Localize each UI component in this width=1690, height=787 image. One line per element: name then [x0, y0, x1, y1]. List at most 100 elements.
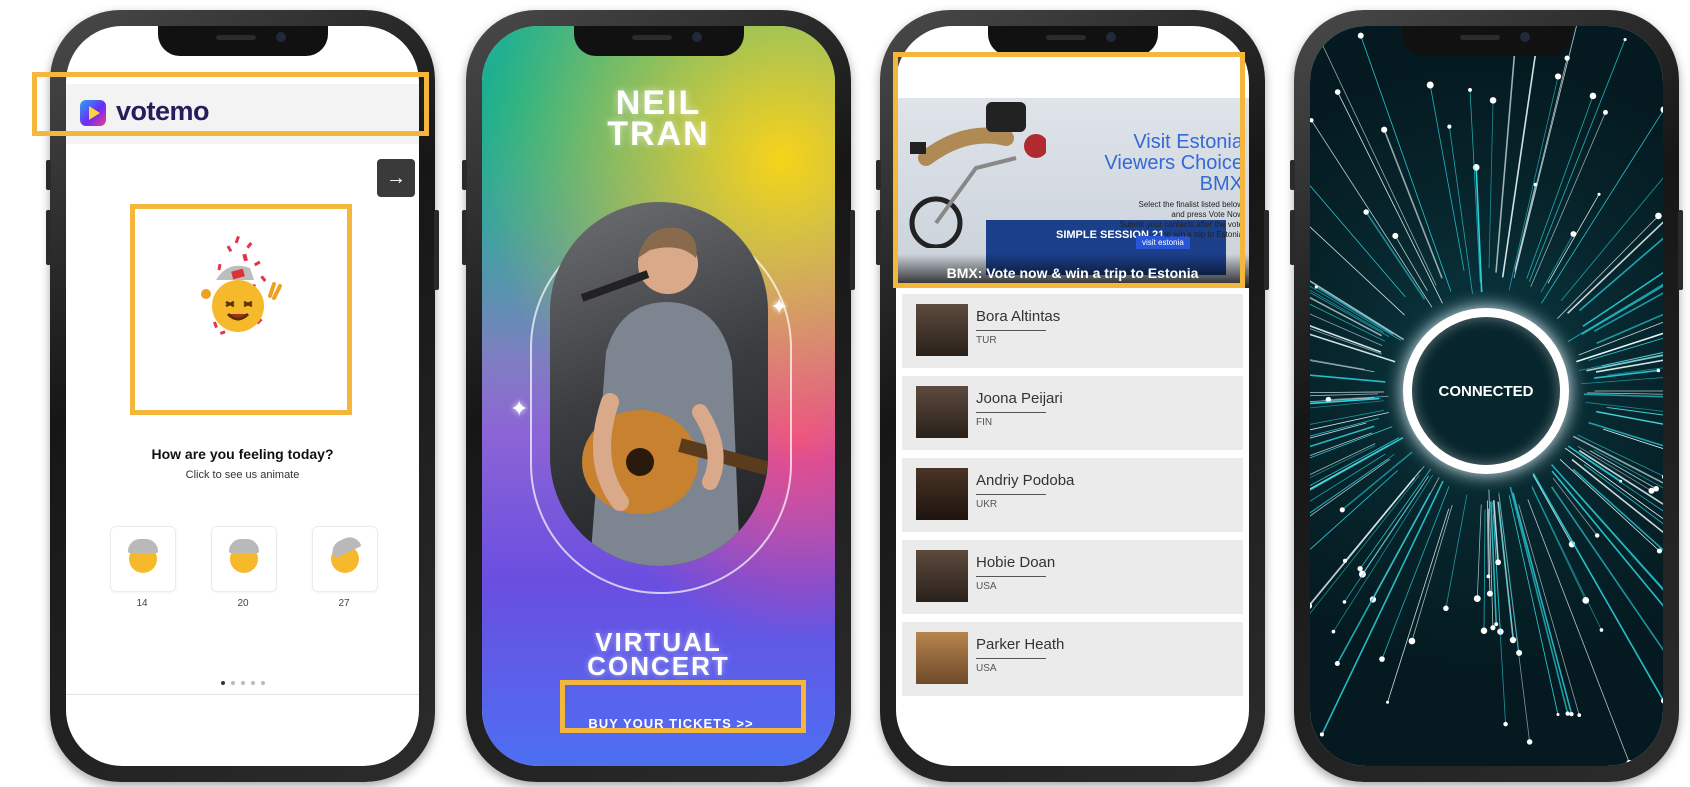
network-line [1550, 486, 1663, 651]
network-line [1588, 421, 1663, 447]
network-node [1334, 660, 1340, 667]
finalist-country: USA [976, 663, 997, 674]
network-line [1337, 91, 1443, 304]
network-line [1541, 110, 1663, 304]
network-node [1656, 368, 1661, 373]
finalist-country: USA [976, 581, 997, 592]
network-node [1468, 87, 1472, 92]
notch [573, 26, 744, 56]
divider [66, 694, 419, 695]
network-line [1310, 289, 1384, 333]
network-line [1498, 491, 1520, 653]
network-line [1488, 100, 1494, 269]
connected-ring[interactable]: CONNECTED [1403, 308, 1569, 474]
emoji-option-2[interactable] [211, 526, 277, 592]
network-node [1565, 711, 1570, 716]
network-line [1588, 337, 1663, 361]
finalist-name: Parker Heath [976, 636, 1065, 653]
finalist-name: Andriy Podoba [976, 472, 1075, 489]
network-line [1532, 473, 1663, 702]
notch [157, 26, 328, 56]
network-node [1556, 712, 1560, 717]
network-line [1582, 271, 1663, 327]
network-node [1660, 106, 1663, 113]
finalist-avatar [916, 550, 968, 602]
network-line [1310, 313, 1383, 346]
network-node [1564, 55, 1570, 61]
finalist-avatar [916, 304, 968, 356]
network-node [1661, 474, 1663, 479]
network-line [1513, 26, 1577, 279]
network-node [1495, 559, 1502, 566]
sparkle-icon: ✦ [510, 396, 529, 421]
network-line [1321, 480, 1444, 735]
finalist-name: Joona Peijari [976, 390, 1063, 407]
network-node [1594, 533, 1600, 538]
network-line [1359, 468, 1432, 569]
finalist-row[interactable]: Bora Altintas TUR [902, 294, 1243, 368]
network-line [1527, 499, 1630, 764]
finalist-avatar [916, 468, 968, 520]
network-line [1310, 374, 1386, 383]
network-line [1593, 369, 1659, 379]
network-node [1494, 622, 1499, 627]
network-line [1387, 508, 1450, 703]
network-node [1339, 507, 1345, 513]
network-line [1344, 484, 1424, 603]
finalist-row[interactable]: Joona Peijari FIN [902, 376, 1243, 450]
network-node [1342, 558, 1348, 563]
network-line [1483, 509, 1486, 631]
network-node [1334, 89, 1341, 95]
connected-screen: CONNECTED [1310, 26, 1663, 766]
network-node [1473, 595, 1481, 603]
network-node [1599, 628, 1604, 632]
network-node [1582, 597, 1590, 604]
network-line [1560, 177, 1663, 301]
artist-photo [550, 202, 768, 566]
option-count: 27 [338, 598, 350, 609]
finalist-country: TUR [976, 335, 997, 346]
next-button[interactable]: → [377, 159, 415, 197]
network-node [1623, 37, 1627, 42]
network-line [1567, 221, 1663, 314]
emoji-option-3[interactable] [312, 526, 378, 592]
network-line [1341, 451, 1413, 511]
network-line [1310, 280, 1405, 341]
finalist-country: FIN [976, 417, 993, 428]
event-title: VIRTUAL CONCERT [482, 629, 835, 679]
network-node [1426, 81, 1434, 89]
network-node [1489, 97, 1497, 104]
highlight-cta [560, 680, 806, 733]
option-count: 14 [136, 598, 148, 609]
network-line [1469, 89, 1481, 283]
highlight-header [32, 72, 429, 136]
finalist-row[interactable]: Hobie Doan USA [902, 540, 1243, 614]
network-line [1528, 39, 1626, 282]
finalist-row[interactable]: Andriy Podoba UKR [902, 458, 1243, 532]
network-line [1336, 492, 1432, 664]
emoji-option-1[interactable] [110, 526, 176, 592]
network-line [1579, 237, 1663, 312]
network-node [1490, 625, 1496, 631]
network-line [1578, 351, 1663, 372]
network-line [1495, 47, 1516, 273]
network-line [1316, 32, 1437, 286]
pagination-dots[interactable] [66, 681, 419, 685]
network-line [1310, 226, 1405, 316]
network-node [1331, 629, 1336, 634]
network-line [1365, 211, 1426, 300]
network-line [1411, 504, 1453, 642]
finalist-row[interactable]: Parker Heath USA [902, 622, 1243, 696]
network-line [1583, 393, 1663, 398]
network-node [1569, 712, 1574, 717]
network-line [1429, 84, 1465, 271]
network-line [1476, 504, 1482, 599]
highlight-emoji [130, 204, 352, 415]
network-line [1572, 435, 1663, 484]
phone-frame-concert: NEIL TRAN ✦ ✦ VIRTUAL CONCERT BUY YOUR T… [462, 10, 855, 782]
network-node [1443, 605, 1449, 612]
network-line [1595, 410, 1663, 425]
artist-title: NEIL TRAN [482, 86, 835, 151]
network-node [1342, 600, 1347, 604]
network-node [1363, 209, 1369, 215]
